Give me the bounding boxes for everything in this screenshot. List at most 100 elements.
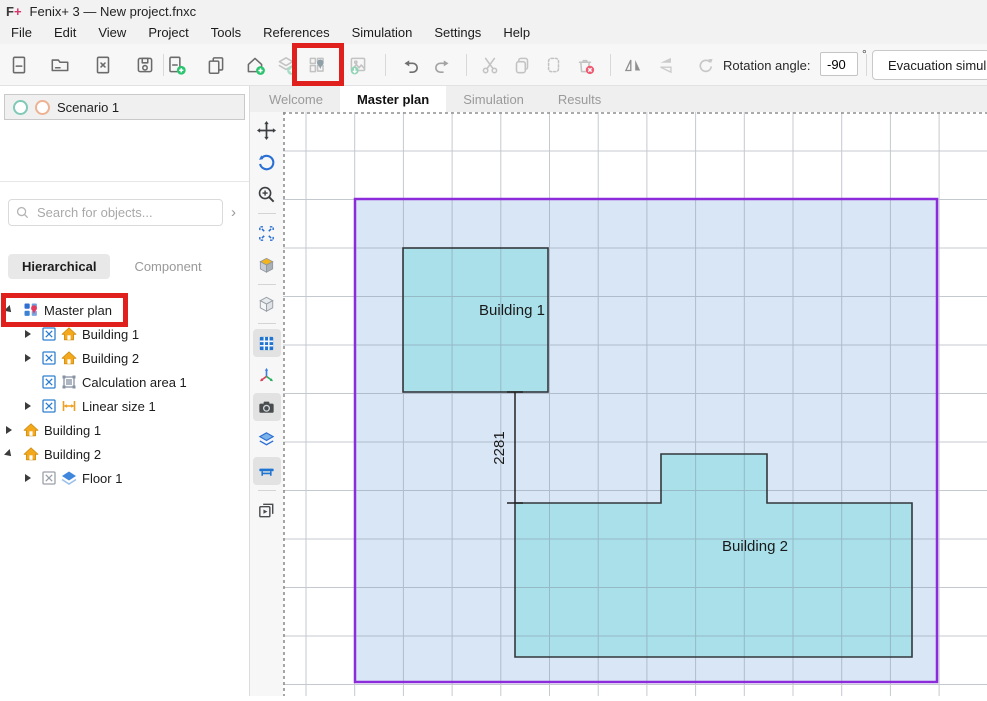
tab-simulation[interactable]: Simulation bbox=[446, 86, 541, 112]
menu-settings[interactable]: Settings bbox=[423, 22, 492, 44]
toolbar-separator bbox=[385, 54, 386, 76]
import-background-image-button[interactable] bbox=[343, 50, 373, 80]
wireframe-view-button[interactable] bbox=[253, 290, 281, 318]
menu-simulation[interactable]: Simulation bbox=[341, 22, 424, 44]
evacuation-simulation-button[interactable]: Evacuation simul bbox=[872, 50, 987, 80]
open-project-button[interactable] bbox=[45, 50, 75, 80]
visibility-checkbox[interactable] bbox=[42, 471, 61, 485]
tree-item-building-1[interactable]: Building 1 bbox=[0, 418, 249, 442]
tree-expander-icon[interactable] bbox=[25, 401, 42, 411]
building1-shape[interactable] bbox=[403, 248, 548, 392]
visibility-checkbox[interactable] bbox=[42, 351, 61, 365]
object-tree: Master plan Building 1 Building 2 Calculati… bbox=[0, 298, 249, 490]
rotation-angle-input[interactable] bbox=[820, 52, 858, 76]
tree-item-calculation-area-1[interactable]: Calculation area 1 bbox=[0, 370, 249, 394]
presentation-button[interactable] bbox=[253, 496, 281, 524]
menu-view[interactable]: View bbox=[87, 22, 137, 44]
tree-item-label: Building 1 bbox=[44, 423, 101, 438]
save-project-button[interactable] bbox=[130, 50, 160, 80]
delete-button[interactable] bbox=[570, 50, 600, 80]
tree-expander-icon[interactable] bbox=[25, 353, 42, 363]
visibility-checkbox[interactable] bbox=[42, 375, 61, 389]
tree-item-building-2[interactable]: Building 2 bbox=[0, 346, 249, 370]
tree-expander-icon[interactable] bbox=[25, 329, 42, 339]
menu-tools[interactable]: Tools bbox=[200, 22, 252, 44]
add-scenario-button[interactable] bbox=[161, 50, 191, 80]
search-input[interactable] bbox=[35, 204, 215, 221]
fit-to-view-button[interactable] bbox=[253, 219, 281, 247]
tree-expander-icon[interactable] bbox=[6, 425, 23, 435]
cut-button[interactable] bbox=[475, 50, 505, 80]
calculation-area-icon bbox=[61, 374, 82, 390]
undo-button[interactable] bbox=[395, 50, 425, 80]
redo-button[interactable] bbox=[428, 50, 458, 80]
tree-item-label: Building 2 bbox=[44, 447, 101, 462]
panel-divider bbox=[0, 181, 249, 182]
zoom-tool-button[interactable] bbox=[253, 180, 281, 208]
master-plan-canvas[interactable]: Building 1 Building 2 2281 bbox=[283, 112, 987, 696]
tree-item-building-2[interactable]: Building 2 bbox=[0, 442, 249, 466]
copy-button[interactable] bbox=[507, 50, 537, 80]
close-project-button[interactable] bbox=[88, 50, 118, 80]
grid-toggle-button[interactable] bbox=[253, 329, 281, 357]
menu-references[interactable]: References bbox=[252, 22, 340, 44]
tree-expander-icon[interactable] bbox=[25, 473, 42, 483]
pan-tool-button[interactable] bbox=[253, 116, 281, 144]
window-titlebar: F+ Fenix+ 3 — New project.fnxc bbox=[0, 0, 987, 22]
tree-item-label: Linear size 1 bbox=[82, 399, 156, 414]
tree-item-label: Building 1 bbox=[82, 327, 139, 342]
flip-vertical-button[interactable] bbox=[651, 50, 681, 80]
tree-item-floor-1[interactable]: Floor 1 bbox=[0, 466, 249, 490]
strip-separator bbox=[258, 323, 276, 324]
tree-expander-icon[interactable] bbox=[6, 449, 23, 459]
strip-separator bbox=[258, 490, 276, 491]
visibility-checkbox[interactable] bbox=[42, 399, 61, 413]
menu-file[interactable]: File bbox=[0, 22, 43, 44]
scenario-status-circle-teal-icon bbox=[13, 100, 28, 115]
tab-master-plan[interactable]: Master plan bbox=[340, 86, 446, 112]
tab-welcome[interactable]: Welcome bbox=[252, 86, 340, 112]
menu-help[interactable]: Help bbox=[492, 22, 541, 44]
3d-view-button[interactable] bbox=[253, 251, 281, 279]
floor-icon bbox=[61, 470, 82, 486]
tree-item-label: Building 2 bbox=[82, 351, 139, 366]
tree-item-linear-size-1[interactable]: Linear size 1 bbox=[0, 394, 249, 418]
rotation-angle-label: Rotation angle: bbox=[723, 58, 810, 73]
axes-toggle-button[interactable] bbox=[253, 361, 281, 389]
scenario-label: Scenario 1 bbox=[57, 100, 119, 115]
menu-project[interactable]: Project bbox=[137, 22, 199, 44]
tree-expander-icon[interactable] bbox=[6, 305, 23, 315]
toolbar-separator bbox=[466, 54, 467, 76]
canvas-drawing: Building 1 Building 2 2281 bbox=[283, 112, 987, 696]
add-floor-button[interactable] bbox=[271, 50, 301, 80]
flip-horizontal-button[interactable] bbox=[618, 50, 648, 80]
add-building-button[interactable] bbox=[240, 50, 270, 80]
scenario-list-item[interactable]: Scenario 1 bbox=[4, 94, 245, 120]
tree-item-building-1[interactable]: Building 1 bbox=[0, 322, 249, 346]
search-expand-chevron-icon[interactable]: › bbox=[223, 199, 244, 226]
add-master-plan-button[interactable] bbox=[302, 50, 332, 80]
rotate-view-tool-button[interactable] bbox=[253, 148, 281, 176]
building-icon bbox=[23, 446, 44, 462]
toolbar-separator bbox=[610, 54, 611, 76]
new-project-button[interactable] bbox=[4, 50, 34, 80]
visibility-checkbox[interactable] bbox=[42, 327, 61, 341]
strip-separator bbox=[258, 284, 276, 285]
copy-scenario-button[interactable] bbox=[201, 50, 231, 80]
menu-edit[interactable]: Edit bbox=[43, 22, 87, 44]
furniture-button[interactable] bbox=[253, 457, 281, 485]
tree-item-label: Floor 1 bbox=[82, 471, 122, 486]
tree-item-master-plan[interactable]: Master plan bbox=[0, 298, 249, 322]
paste-button[interactable] bbox=[538, 50, 568, 80]
layers-button[interactable] bbox=[253, 425, 281, 453]
tab-hierarchical[interactable]: Hierarchical bbox=[8, 254, 110, 279]
camera-button[interactable] bbox=[253, 393, 281, 421]
menu-bar: FileEditViewProjectToolsReferencesSimula… bbox=[0, 22, 987, 44]
object-panel: Scenario 1 › Hierarchical Component Mast… bbox=[0, 86, 250, 696]
search-input-container bbox=[8, 199, 223, 226]
rotate-button[interactable] bbox=[690, 50, 720, 80]
building2-label: Building 2 bbox=[722, 538, 788, 555]
tree-item-label: Calculation area 1 bbox=[82, 375, 187, 390]
tab-component[interactable]: Component bbox=[134, 259, 201, 274]
tab-results[interactable]: Results bbox=[541, 86, 618, 112]
